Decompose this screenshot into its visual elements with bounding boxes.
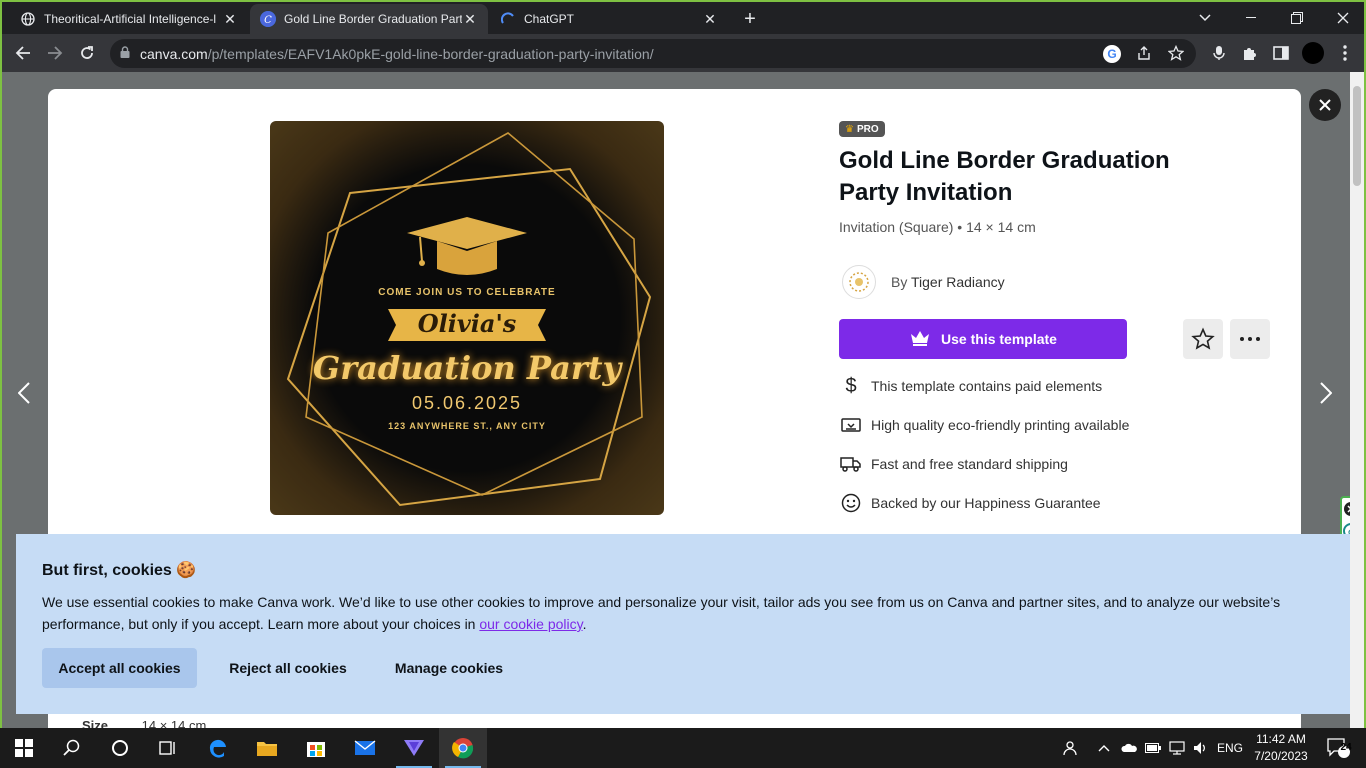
scrollbar-thumb[interactable] bbox=[1353, 86, 1361, 186]
chrome-icon[interactable] bbox=[439, 728, 487, 768]
tab-strip: Theoritical-Artificial Intelligence-l ✕ … bbox=[2, 2, 1364, 34]
url-text: canva.com/p/templates/EAFV1Ak0pkE-gold-l… bbox=[140, 45, 654, 62]
close-modal-button[interactable] bbox=[1309, 89, 1341, 121]
volume-icon[interactable] bbox=[1190, 728, 1212, 768]
invitation-date: 05.06.2025 bbox=[411, 393, 523, 413]
feature-printing: High quality eco-friendly printing avail… bbox=[839, 413, 1129, 437]
crown-icon bbox=[909, 329, 931, 350]
reload-icon[interactable] bbox=[75, 41, 99, 65]
pro-badge: ♛ PRO bbox=[839, 121, 885, 137]
invitation-party-title: Graduation Party bbox=[312, 349, 622, 387]
more-dots-icon bbox=[1240, 337, 1260, 341]
cookie-policy-link[interactable]: our cookie policy bbox=[479, 616, 582, 632]
crown-icon: ♛ bbox=[845, 123, 854, 135]
globe-icon bbox=[20, 11, 36, 27]
feature-happiness-guarantee: Backed by our Happiness Guarantee bbox=[839, 491, 1101, 515]
feature-paid-elements: $ This template contains paid elements bbox=[839, 374, 1102, 398]
minimize-button[interactable] bbox=[1228, 2, 1274, 34]
browser-toolbar: canva.com/p/templates/EAFV1Ak0pkE-gold-l… bbox=[2, 34, 1364, 72]
tab-search-icon[interactable] bbox=[1182, 2, 1228, 34]
action-center-icon[interactable]: 24 bbox=[1318, 728, 1358, 768]
cookie-description: We use essential cookies to make Canva w… bbox=[42, 594, 1281, 632]
next-template-arrow[interactable] bbox=[1314, 378, 1338, 408]
previous-template-arrow[interactable] bbox=[12, 378, 36, 408]
mail-icon[interactable] bbox=[341, 728, 389, 768]
manage-cookies-button[interactable]: Manage cookies bbox=[379, 648, 519, 688]
template-preview-image[interactable]: COME JOIN US TO CELEBRATE Olivia's Gradu… bbox=[270, 121, 664, 515]
network-icon[interactable] bbox=[1166, 728, 1188, 768]
tab-title: Theoritical-Artificial Intelligence-l bbox=[44, 12, 217, 26]
share-icon[interactable] bbox=[1136, 45, 1152, 66]
forward-icon[interactable] bbox=[43, 41, 67, 65]
side-panel-icon[interactable] bbox=[1269, 41, 1293, 65]
tab-title: ChatGPT bbox=[524, 12, 575, 26]
tab-theoritical-ai[interactable]: Theoritical-Artificial Intelligence-l ✕ bbox=[10, 4, 248, 34]
invitation-name: Olivia's bbox=[417, 309, 517, 338]
restore-button[interactable] bbox=[1274, 2, 1320, 34]
graduation-cap-icon bbox=[407, 217, 527, 275]
reject-cookies-button[interactable]: Reject all cookies bbox=[213, 648, 363, 688]
truck-icon bbox=[839, 452, 863, 476]
windows-start-icon[interactable] bbox=[0, 728, 48, 768]
cookie-title: But first, cookies 🍪 bbox=[42, 562, 197, 579]
address-bar[interactable]: canva.com/p/templates/EAFV1Ak0pkE-gold-l… bbox=[110, 39, 1196, 68]
accept-cookies-button[interactable]: Accept all cookies bbox=[42, 648, 197, 688]
tab-chatgpt[interactable]: ChatGPT ✕ bbox=[490, 4, 728, 34]
system-clock[interactable]: 11:42 AM 7/20/2023 bbox=[1250, 731, 1312, 765]
notification-count: 24 bbox=[1340, 742, 1352, 753]
invitation-address: 123 ANYWHERE ST., ANY CITY bbox=[388, 421, 546, 431]
close-window-button[interactable] bbox=[1320, 2, 1364, 34]
printer-icon bbox=[839, 413, 863, 437]
close-icon bbox=[1319, 99, 1331, 111]
page-viewport: COME JOIN US TO CELEBRATE Olivia's Gradu… bbox=[2, 72, 1364, 728]
vpn-app-icon[interactable] bbox=[390, 728, 438, 768]
size-row: Size 14 × 14 cm bbox=[82, 718, 207, 728]
favorite-star-button[interactable] bbox=[1183, 319, 1223, 359]
search-icon[interactable] bbox=[48, 728, 96, 768]
back-icon[interactable] bbox=[11, 41, 35, 65]
template-title: Gold Line Border Graduation Party Invita… bbox=[839, 147, 1170, 206]
smiley-icon bbox=[839, 491, 863, 515]
input-language-indicator[interactable]: ENG bbox=[1214, 728, 1246, 768]
dollar-icon: $ bbox=[845, 374, 857, 397]
template-subtitle: Invitation (Square) • 14 × 14 cm bbox=[839, 219, 1036, 235]
people-icon[interactable] bbox=[1056, 728, 1082, 768]
extensions-icon[interactable] bbox=[1237, 41, 1261, 65]
file-explorer-icon[interactable] bbox=[243, 728, 291, 768]
task-view-icon[interactable] bbox=[144, 728, 192, 768]
loading-spinner-icon bbox=[500, 11, 516, 27]
close-tab-icon[interactable]: ✕ bbox=[462, 11, 478, 27]
chevron-up-icon[interactable] bbox=[1094, 728, 1114, 768]
close-tab-icon[interactable]: ✕ bbox=[222, 11, 238, 27]
cookie-banner: But first, cookies 🍪 We use essential co… bbox=[16, 534, 1350, 714]
author-line: By Tiger Radiancy bbox=[891, 274, 1005, 290]
invitation-join-text: COME JOIN US TO CELEBRATE bbox=[378, 287, 556, 298]
svg-text:C: C bbox=[264, 15, 272, 26]
canva-logo-icon: C bbox=[260, 11, 276, 27]
new-tab-button[interactable]: + bbox=[738, 7, 762, 31]
close-tab-icon[interactable]: ✕ bbox=[702, 11, 718, 27]
battery-icon[interactable] bbox=[1142, 728, 1164, 768]
feature-shipping: Fast and free standard shipping bbox=[839, 452, 1068, 476]
cortana-icon[interactable] bbox=[96, 728, 144, 768]
browser-window: Theoritical-Artificial Intelligence-l ✕ … bbox=[0, 0, 1366, 728]
author-avatar[interactable] bbox=[842, 265, 876, 299]
author-name-link[interactable]: Tiger Radiancy bbox=[911, 274, 1005, 290]
use-template-button[interactable]: Use this template bbox=[839, 319, 1127, 359]
onedrive-icon[interactable] bbox=[1118, 728, 1140, 768]
microsoft-store-icon[interactable] bbox=[292, 728, 340, 768]
more-options-button[interactable] bbox=[1230, 319, 1270, 359]
bookmark-star-icon[interactable] bbox=[1167, 44, 1185, 66]
tab-canva-template[interactable]: C Gold Line Border Graduation Part ✕ bbox=[250, 4, 488, 34]
profile-avatar[interactable] bbox=[1301, 41, 1325, 65]
microphone-icon[interactable] bbox=[1207, 41, 1231, 65]
tab-title: Gold Line Border Graduation Part bbox=[284, 12, 462, 26]
page-scrollbar[interactable] bbox=[1350, 72, 1364, 728]
windows-taskbar: ENG 11:42 AM 7/20/2023 24 bbox=[0, 728, 1366, 768]
star-icon bbox=[1191, 327, 1215, 350]
lock-icon[interactable] bbox=[120, 45, 130, 63]
browser-menu-icon[interactable] bbox=[1333, 41, 1357, 65]
edge-icon[interactable] bbox=[194, 728, 242, 768]
google-icon[interactable]: G bbox=[1103, 45, 1121, 63]
